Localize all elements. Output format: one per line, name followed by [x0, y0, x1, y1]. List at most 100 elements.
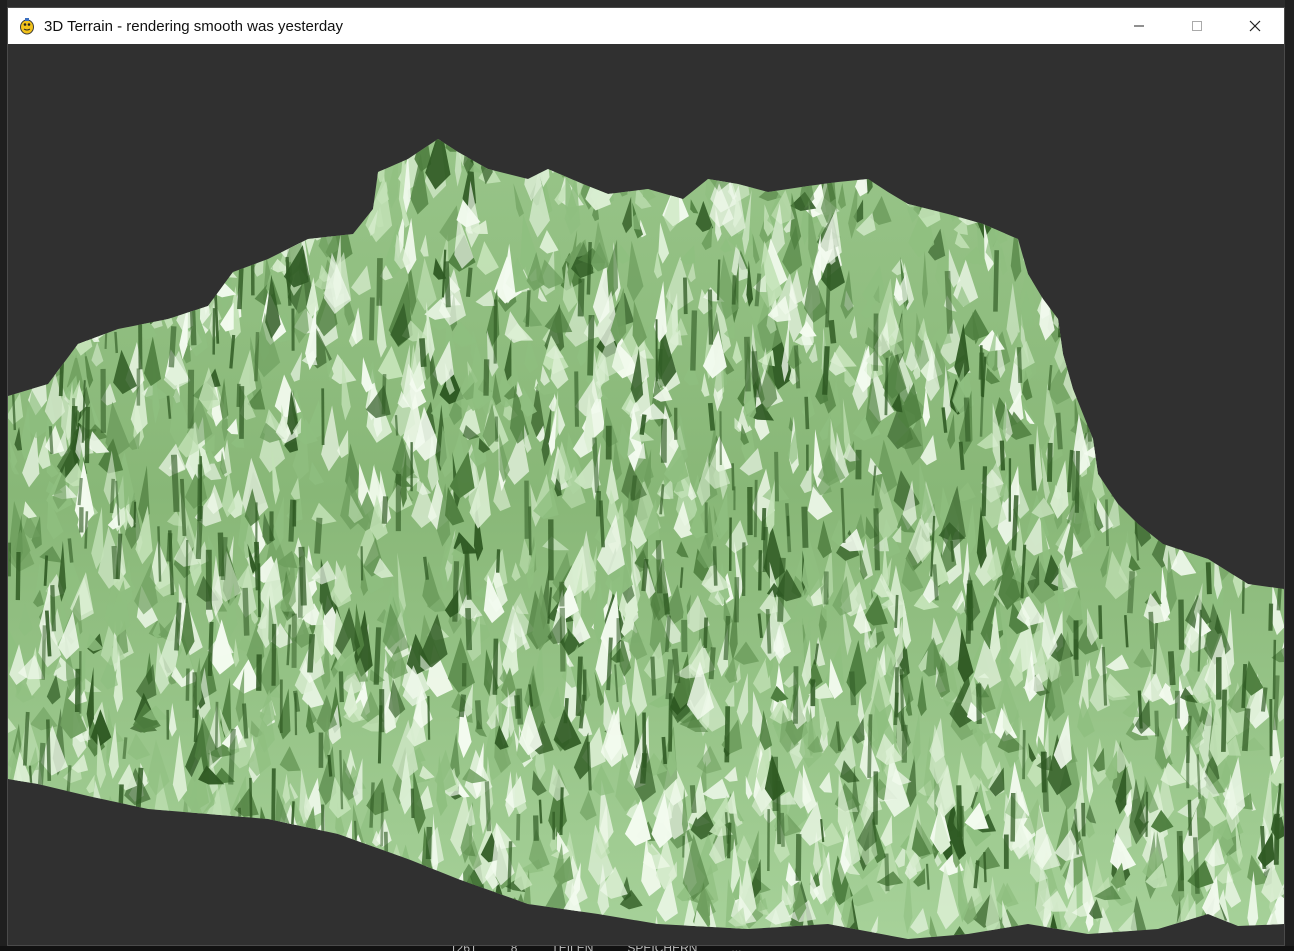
render-viewport[interactable] [8, 44, 1284, 945]
terrain-facet [81, 917, 106, 939]
terrain-facet [876, 139, 893, 156]
terrain-facet [1087, 277, 1097, 327]
terrain-shadow-streak [419, 338, 427, 368]
terrain-facet [1225, 308, 1244, 334]
terrain-facet [98, 855, 123, 896]
terrain-shadow-streak [185, 539, 189, 604]
terrain-shadow-streak [575, 656, 583, 716]
terrain-shadow-streak [533, 815, 539, 841]
terrain-facet [35, 269, 46, 319]
terrain-shadow-streak [427, 696, 431, 740]
terrain-shadow-streak [495, 549, 501, 573]
terrain-facet [1221, 463, 1241, 491]
terrain-shadow-streak [586, 741, 592, 791]
terrain-facet [8, 861, 14, 887]
terrain-shadow-streak [465, 267, 473, 298]
terrain-facet [156, 260, 171, 297]
terrain-shadow-streak [1142, 412, 1147, 475]
terrain-facet [145, 163, 162, 202]
terrain-facet [202, 159, 221, 177]
terrain-facet [1124, 182, 1133, 220]
maximize-button[interactable] [1168, 8, 1226, 44]
terrain-shadow-streak [563, 698, 569, 724]
terrain-facet [479, 893, 502, 937]
terrain-facet [1213, 159, 1226, 175]
terrain-facet [1066, 162, 1076, 187]
terrain-facet [1261, 216, 1284, 242]
title-bar[interactable]: 3D Terrain - rendering smooth was yester… [8, 8, 1284, 44]
terrain-facet [1062, 190, 1077, 221]
terrain-shadow-streak [84, 406, 90, 464]
terrain-shadow-streak [197, 464, 202, 522]
terrain-shadow-streak [376, 258, 383, 306]
terrain-window: 3D Terrain - rendering smooth was yester… [7, 7, 1285, 946]
terrain-facet [1193, 291, 1220, 317]
terrain-facet [1262, 303, 1280, 321]
terrain-shadow-streak [380, 792, 385, 847]
terrain-facet [158, 235, 186, 268]
terrain-facet [33, 903, 62, 939]
terrain-shadow-streak [43, 555, 49, 586]
terrain-shadow-streak [116, 784, 124, 848]
terrain-facet [233, 139, 245, 171]
terrain-facet [1246, 336, 1270, 382]
terrain-shadow-streak [1241, 574, 1245, 614]
desktop-left-strip [0, 0, 7, 951]
terrain-facet [1207, 303, 1235, 370]
terrain-facet [221, 826, 247, 850]
terrain-facet [170, 162, 179, 224]
terrain-facet [888, 139, 900, 162]
terrain-facet [285, 866, 311, 928]
terrain-facet [683, 139, 695, 160]
terrain-facet [313, 884, 334, 919]
terrain-facet [132, 839, 161, 876]
terrain-shadow-streak [683, 277, 688, 315]
terrain-facet [356, 907, 380, 938]
terrain-facet [1156, 278, 1163, 326]
terrain-shadow-streak [1268, 603, 1274, 631]
terrain-facet [102, 188, 117, 250]
terrain-facet [1205, 260, 1224, 299]
terrain-facet [718, 139, 728, 170]
terrain-facet [413, 861, 431, 928]
close-button[interactable] [1226, 8, 1284, 44]
terrain-facet [119, 166, 144, 195]
terrain-shadow-streak [174, 602, 182, 651]
terrain-shadow-streak [516, 813, 521, 841]
terrain-shadow-streak [1127, 571, 1136, 614]
terrain-facet [276, 823, 303, 885]
terrain-shadow-streak [884, 853, 890, 892]
terrain-shadow-streak [314, 517, 323, 554]
terrain-facet [1199, 405, 1212, 470]
terrain-facet [1145, 182, 1170, 199]
terrain-facet [1084, 214, 1095, 264]
terrain-shadow-streak [661, 736, 668, 765]
terrain-facet [1231, 324, 1251, 362]
terrain-facet [24, 898, 40, 935]
terrain-facet [958, 143, 981, 207]
terrain-facet [210, 190, 222, 218]
terrain-facet [85, 809, 96, 848]
terrain-facet [62, 157, 76, 188]
terrain-facet [1209, 329, 1233, 374]
terrain-shadow-streak [1011, 495, 1019, 551]
terrain-shadow-streak [193, 709, 199, 743]
terrain-facet [1066, 226, 1080, 285]
terrain-shadow-streak [708, 647, 716, 680]
terrain-facet [191, 847, 203, 865]
terrain-facet [1269, 489, 1282, 531]
terrain-facet [140, 268, 166, 325]
terrain-facet [159, 816, 183, 869]
terrain-facet [167, 896, 178, 939]
terrain-facet [87, 805, 99, 870]
terrain-facet [1250, 367, 1276, 426]
terrain-shadow-streak [731, 463, 735, 491]
minimize-button[interactable] [1110, 8, 1168, 44]
terrain-facet [1107, 333, 1132, 397]
terrain-facet [1046, 200, 1058, 224]
terrain-shadow-streak [630, 475, 638, 501]
terrain-shadow-streak [884, 357, 889, 416]
terrain-facet [125, 196, 153, 257]
terrain-facet [8, 787, 34, 845]
terrain-facet [619, 139, 639, 173]
